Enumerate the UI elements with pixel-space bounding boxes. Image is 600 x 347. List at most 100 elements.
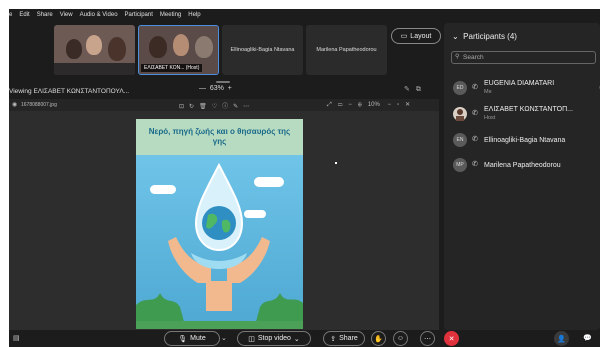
participant-row[interactable]: ✆ ΕΛΙΣΑΒΕΤ ΚΩΝΣΤΑΝΤΟΠ... Host [453,105,598,125]
more-icon[interactable]: ⋯ [243,104,254,110]
share-label: Share [339,335,358,342]
microphone-icon[interactable]: ✆ [472,135,478,143]
shared-content-area: ◉ 1678088007.jpg ⊡↻🗑♡ⓘ✎⋯ ⤢▭−⊕10% −▫✕ Νερ… [9,99,439,330]
video-options-chevron-icon[interactable]: ⌄ [294,335,300,343]
search-placeholder: Search [463,54,484,61]
thumbnail-name-label: Ellinoagliki-Bagia Ntavana [230,47,295,53]
poster-title: Νερό, πηγή ζωής και ο θησαυρός της γης [148,127,291,146]
participant-face [149,36,167,58]
webex-meeting-window: e Edit Share View Audio & Video Particip… [9,9,600,347]
participant-row[interactable]: EN ✆ Ellinoagliki-Bagia Ntavana [453,131,598,151]
participant-face [108,37,126,61]
shared-poster-image: Νερό, πηγή ζωής και ο θησαυρός της γης [136,119,303,329]
menu-meeting[interactable]: Meeting [160,12,181,18]
participants-toggle-button[interactable]: 👤 [554,331,569,346]
stop-video-button[interactable]: ◫ Stop video ⌄ [237,331,311,346]
chat-icon[interactable]: 💬 [583,334,592,342]
participant-role: Me [484,89,492,95]
meeting-control-bar: ▤ 🎙 Mute ⌄ ◫ Stop video ⌄ ⇪ Share ✋ ☺ ⋯ … [9,330,600,347]
microphone-icon[interactable]: ✆ [472,83,478,91]
edit-icon[interactable]: ✎ [233,104,243,110]
close-icon[interactable]: ✕ [405,102,416,108]
menu-view[interactable]: View [60,12,73,18]
search-icon: ⚲ [455,54,460,60]
video-shoulders [54,63,135,75]
maximize-icon[interactable]: ▫ [397,102,405,108]
viewer-tools: ⊡↻🗑♡ⓘ✎⋯ [179,101,254,110]
reactions-button[interactable]: ☺ [393,331,408,346]
more-options-button[interactable]: ⋯ [420,331,435,346]
microphone-icon[interactable]: ✆ [472,109,478,117]
menu-edit[interactable]: Edit [19,12,29,18]
mute-label: Mute [190,335,206,342]
fit-icon[interactable]: ▭ [338,102,349,108]
menu-audio-video[interactable]: Audio & Video [80,12,118,18]
zoom-in-button[interactable]: + [228,85,232,92]
participant-face [86,35,102,55]
mute-button[interactable]: 🎙 Mute [164,331,220,346]
annotate-icon[interactable]: ✎ [404,86,416,93]
share-screen-icon: ⇪ [330,335,337,343]
video-thumbnail-self[interactable] [54,25,135,75]
video-thumbnail-host[interactable]: ΕΛΙΣΑΒΕΤ ΚΟΝ... (Host) [138,25,219,75]
water-drop-earth-illustration [136,162,303,329]
share-button[interactable]: ⇪ Share [323,331,365,346]
participant-face [66,39,82,59]
caption-icon[interactable]: ▤ [13,334,20,342]
host-name-label: ΕΛΙΣΑΒΕΤ ΚΟΝ... (Host) [141,64,203,72]
menu-help[interactable]: Help [188,12,200,18]
viewer-zoom-icon[interactable]: ⊕ [358,102,368,108]
menu-participant[interactable]: Participant [125,12,153,18]
pop-out-icon[interactable]: ⧉ [416,86,427,93]
viewing-title: Viewing ΕΛΙΣΑΒΕΤ ΚΩΝΣΤΑΝΤΟΠΟΥΛ... [9,87,130,95]
participants-header[interactable]: ⌄ Participants (4) [452,32,517,41]
microphone-icon[interactable]: ✆ [472,160,478,168]
strip-resize-handle[interactable] [216,81,230,83]
avatar: EN [453,133,467,147]
avatar-photo [456,109,464,121]
participant-role: Host [484,115,496,121]
image-viewer-toolbar: ◉ 1678088007.jpg ⊡↻🗑♡ⓘ✎⋯ ⤢▭−⊕10% −▫✕ [9,99,439,111]
participant-name: Marilena Papatheodorou [484,162,561,169]
video-camera-icon: ◫ [248,335,255,343]
layout-button[interactable]: ▭ Layout [391,28,441,44]
participant-face [195,36,213,58]
participant-row[interactable]: MP ✆ Marilena Papatheodorou [453,156,598,176]
zoom-level[interactable]: 63% [210,85,224,92]
info-icon[interactable]: ⓘ [222,104,233,110]
chevron-down-icon[interactable]: ⌄ [452,32,459,41]
minimize-icon[interactable]: − [388,102,398,108]
menu-bar: e Edit Share View Audio & Video Particip… [9,9,600,21]
video-thumbnail-name[interactable]: Marilena Papatheodorou [306,25,387,75]
zoom-control: — 63% + [199,85,232,92]
zoom-out-button[interactable]: — [199,85,206,92]
sharing-bar-actions: ✎⧉ [404,85,427,94]
avatar: ED [453,81,467,95]
viewer-filename: 1678088007.jpg [21,102,57,108]
favorite-icon[interactable]: ♡ [212,104,222,110]
leave-meeting-button[interactable]: ✕ [444,331,459,346]
menu-share[interactable]: Share [37,12,53,18]
poster-illustration [136,155,303,329]
viewer-app-icon: ◉ [12,102,18,108]
delete-icon[interactable]: 🗑 [199,104,212,110]
people-icon: 👤 [557,335,566,343]
zoom-out-icon[interactable]: − [348,102,358,108]
participants-panel: ⌄ Participants (4) ⚲ Search ED ✆ EUGENIA… [444,23,600,330]
participants-title: Participants (4) [463,32,517,41]
viewer-window-controls: ⤢▭−⊕10% −▫✕ [327,101,416,109]
participant-name: EUGENIA DIAMATARI [484,80,555,87]
participants-search-input[interactable]: ⚲ Search [451,51,596,64]
microphone-icon: 🎙 [178,335,188,343]
audio-options-chevron-icon[interactable]: ⌄ [221,334,227,342]
reaction-icon: ☺ [396,335,405,342]
participant-row[interactable]: ED ✆ EUGENIA DIAMATARI Me ▭ [453,79,600,99]
crop-icon[interactable]: ⊡ [179,104,189,110]
menu-app[interactable]: e [9,12,12,18]
expand-icon[interactable]: ⤢ [327,102,338,108]
video-thumbnail-name[interactable]: Ellinoagliki-Bagia Ntavana [222,25,303,75]
raise-hand-button[interactable]: ✋ [371,331,386,346]
hand-icon: ✋ [374,335,383,343]
rotate-icon[interactable]: ↻ [189,104,199,110]
more-icon: ⋯ [424,335,431,343]
